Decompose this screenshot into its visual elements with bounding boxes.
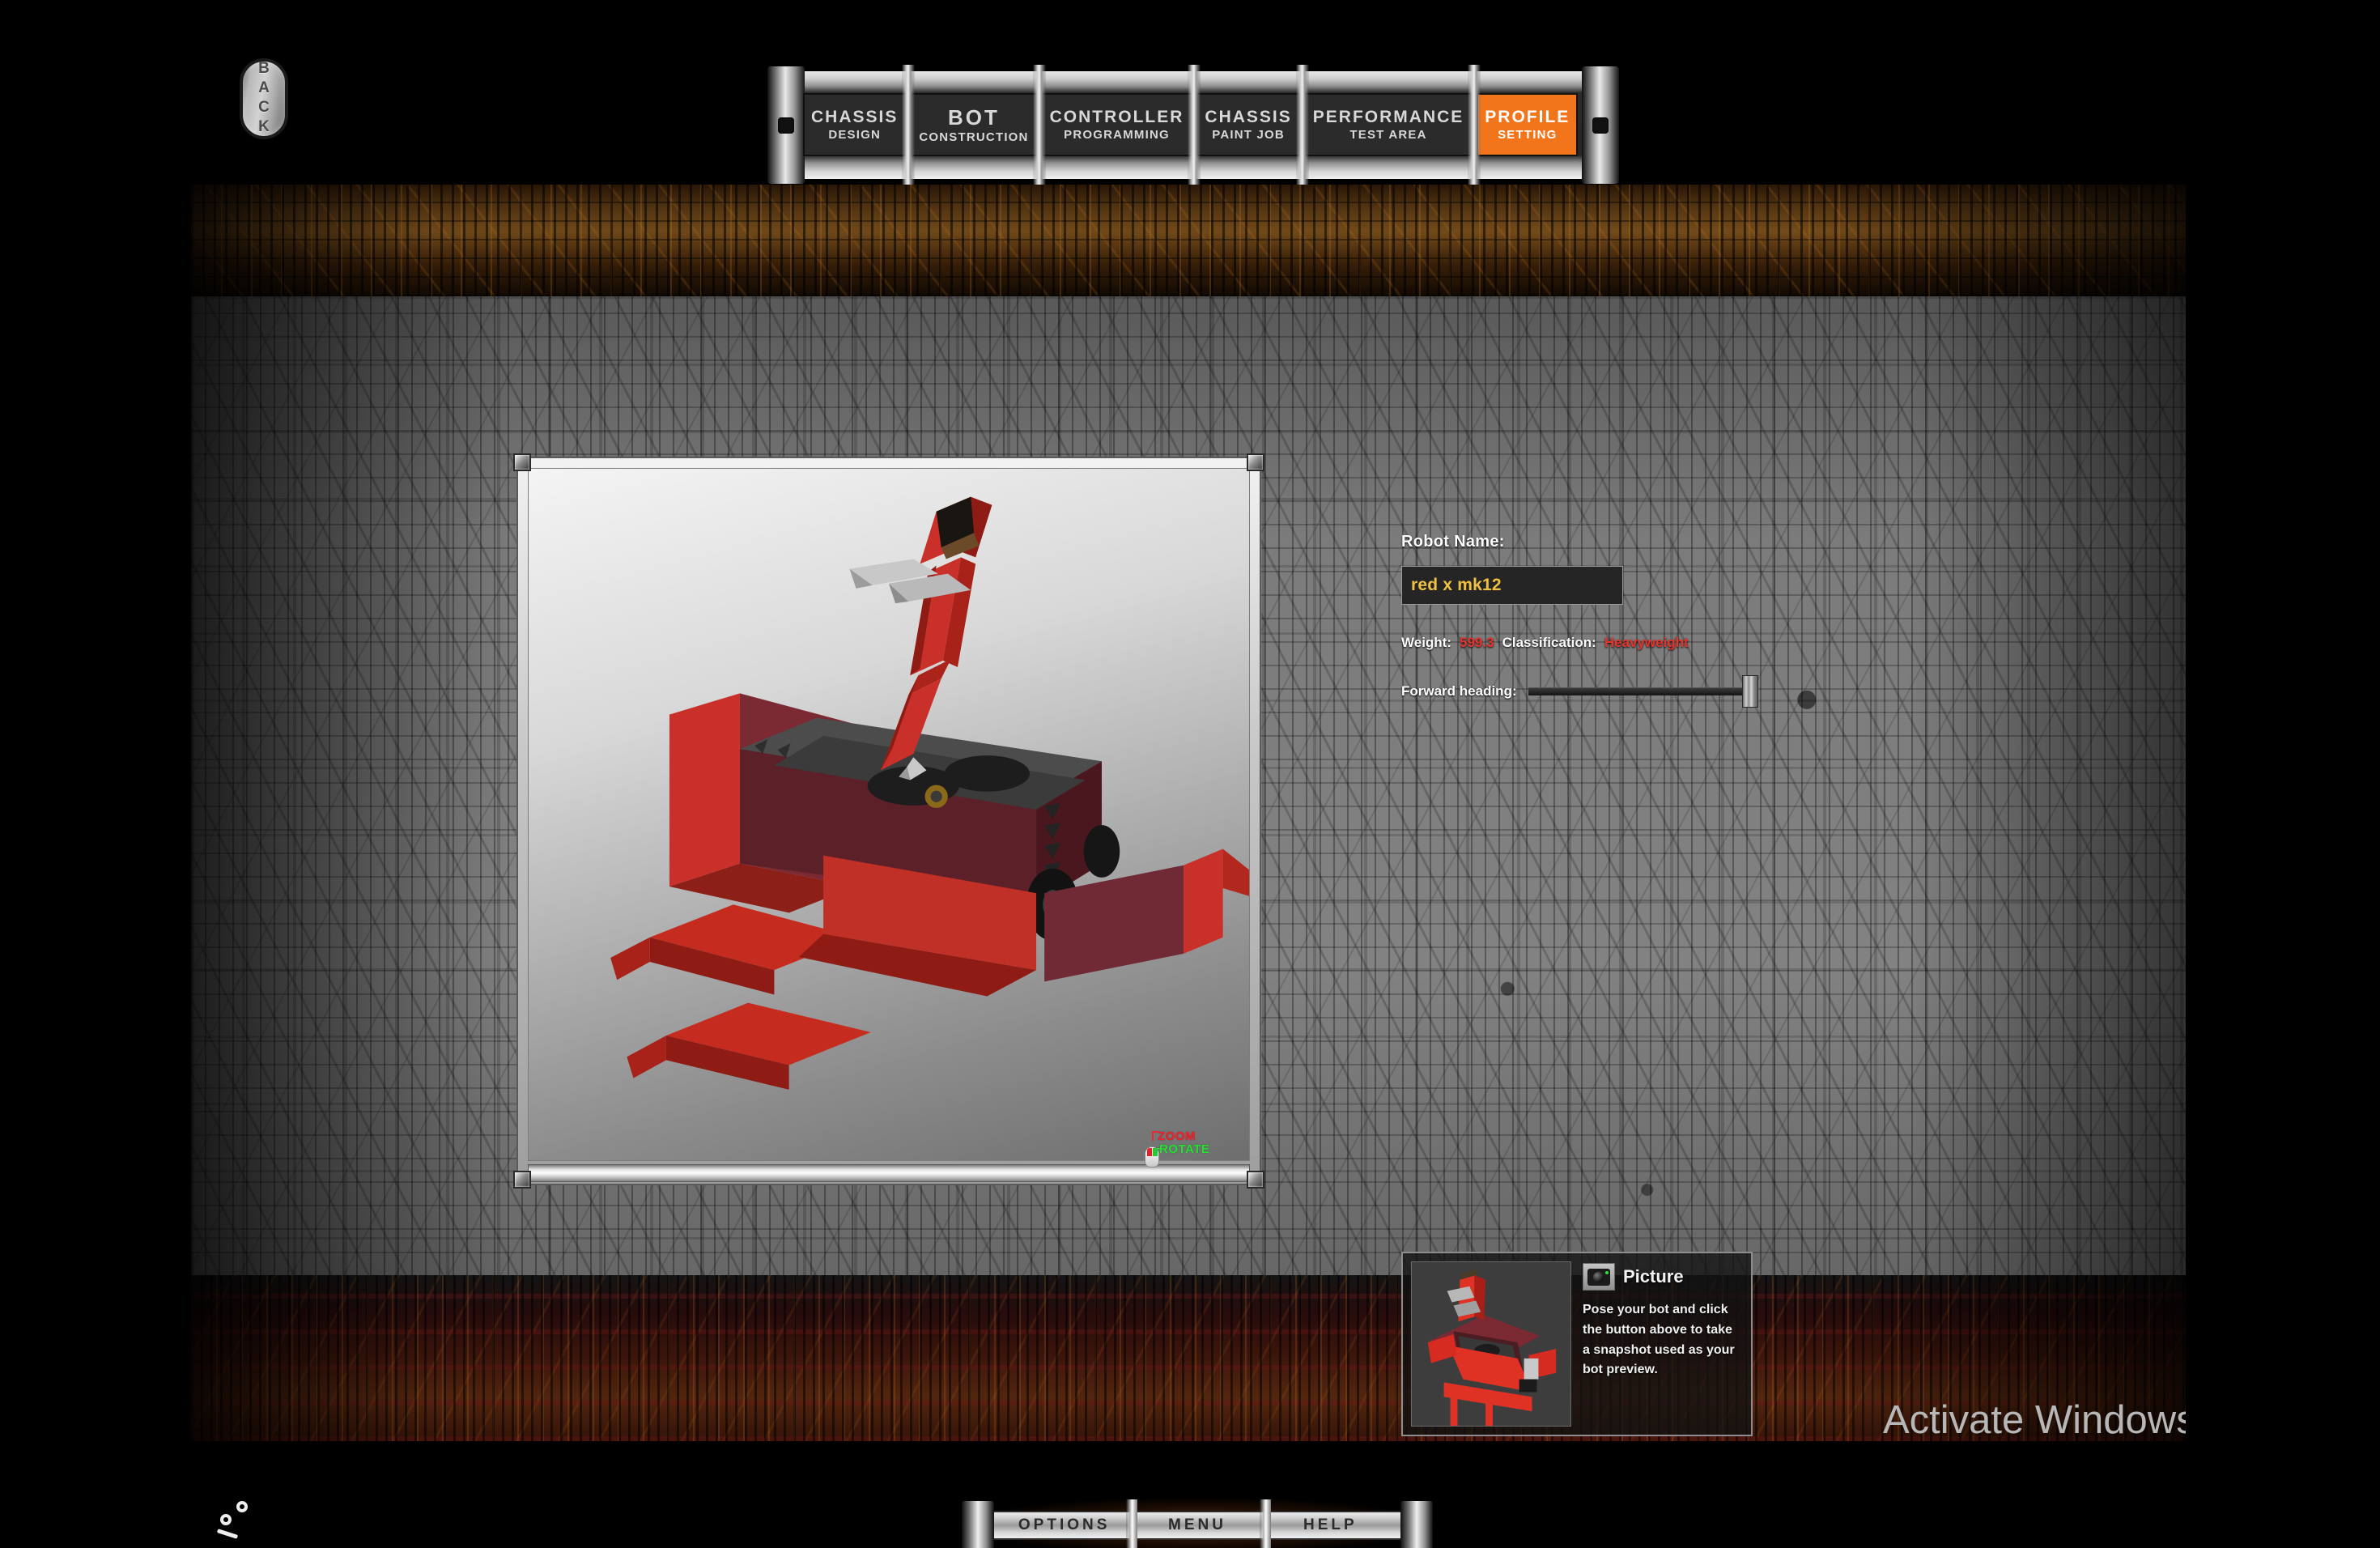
nav-tab-label-line2: PAINT JOB <box>1212 128 1285 142</box>
viewport-canvas[interactable] <box>528 468 1250 1161</box>
camera-body-icon <box>1587 1268 1610 1286</box>
robot-stats-row: Weight: 599.3 Classification: Heavyweigh… <box>1401 635 2017 651</box>
nav-tab-label-line2: PROGRAMMING <box>1064 128 1170 142</box>
main-navigation-bar: CHASSIS DESIGN BOT CONSTRUCTION CONTROLLER PR… <box>767 65 1619 186</box>
toolbar-button-options[interactable]: OPTIONS <box>999 1511 1133 1540</box>
picture-panel-title: Picture <box>1623 1266 1684 1286</box>
robot-name-input[interactable]: red x mk12 <box>1401 566 1623 605</box>
back-button-label: BACK <box>255 60 273 138</box>
nav-tab-chassis[interactable]: CHASSIS PAINT JOB <box>1196 93 1300 156</box>
nav-tab-chassis[interactable]: CHASSIS DESIGN <box>803 93 907 156</box>
forward-heading-slider[interactable] <box>1528 675 1758 708</box>
nav-tab-label-line1: CHASSIS <box>811 108 899 126</box>
nav-tab-performance[interactable]: PERFORMANCE TEST AREA <box>1304 93 1473 156</box>
picture-panel: Picture Pose your bot and click the butt… <box>1401 1252 1753 1436</box>
top-copper-band <box>191 185 2186 296</box>
nav-tab-list: CHASSIS DESIGN BOT CONSTRUCTION CONTROLLER PR… <box>803 93 1583 156</box>
nav-endcap-left-icon <box>767 66 805 184</box>
toolbar-button-help[interactable]: HELP <box>1265 1511 1396 1540</box>
toolbar-endcap-right-icon <box>1400 1501 1433 1548</box>
content-area: ZOOM ROTATE Robot Name: red x mk12 Weigh… <box>191 185 2186 1441</box>
forward-heading-row: Forward heading: <box>1401 675 2017 708</box>
toolbar-bolt-icon <box>1126 1499 1137 1548</box>
toolbar-item-list: OPTIONS MENU HELP <box>999 1511 1396 1540</box>
nav-tab-profile[interactable]: PROFILE SETTING <box>1477 93 1579 156</box>
nav-tab-label-line2: TEST AREA <box>1349 128 1427 142</box>
picture-panel-header: Picture <box>1583 1263 1743 1291</box>
classification-label: Classification: <box>1502 635 1596 650</box>
viewport-corner-bracket-icon <box>513 1171 531 1189</box>
picture-panel-text: Picture Pose your bot and click the butt… <box>1583 1261 1743 1427</box>
mouse-icon <box>1145 1146 1159 1167</box>
toolbar-endcap-left-icon <box>962 1501 994 1548</box>
nav-tab-bot[interactable]: BOT CONSTRUCTION <box>911 93 1037 156</box>
camera-icon[interactable] <box>1583 1263 1615 1291</box>
forward-heading-slider-knob[interactable] <box>1741 675 1758 708</box>
corner-decoration-icon <box>215 1496 272 1542</box>
nav-tab-label-line1: PROFILE <box>1485 108 1570 126</box>
mouse-right-button-icon <box>1153 1148 1158 1156</box>
viewport-corner-bracket-icon <box>1247 453 1264 471</box>
nav-tab-controller[interactable]: CONTROLLER PROGRAMMING <box>1041 93 1192 156</box>
corner-ring-icon <box>236 1501 248 1512</box>
bot-preview-image <box>1412 1262 1570 1426</box>
app-window: BACK CHASSIS DESIGN BOT CONSTRUCTION CONTROL… <box>0 0 2380 1548</box>
forward-heading-label: Forward heading: <box>1401 683 1517 699</box>
activate-windows-watermark: Activate Windows Go to Settings to activ… <box>1883 1397 2186 1441</box>
zoom-hint-label: ZOOM <box>1152 1129 1196 1143</box>
bottom-toolbar: OPTIONS MENU HELP <box>958 1498 1436 1548</box>
nav-endcap-right-icon <box>1582 66 1619 184</box>
back-button[interactable]: BACK <box>240 58 288 139</box>
weight-label: Weight: <box>1401 635 1452 650</box>
nav-tab-label-line2: SETTING <box>1498 128 1558 142</box>
toolbar-button-menu[interactable]: MENU <box>1132 1511 1265 1540</box>
robot-name-value: red x mk12 <box>1411 576 1502 594</box>
robot-model <box>610 496 1249 1090</box>
nav-tab-label-line1: CHASSIS <box>1205 108 1292 126</box>
nav-tab-label-line1: CONTROLLER <box>1049 108 1184 126</box>
weight-value: 599.3 <box>1460 635 1494 650</box>
nav-tab-label-line2: DESIGN <box>828 128 882 142</box>
watermark-title: Activate Windows <box>1883 1398 2186 1441</box>
nav-tab-label-line1: BOT <box>948 104 1000 130</box>
robot-3d-viewport[interactable]: ZOOM ROTATE <box>513 453 1264 1189</box>
viewport-corner-bracket-icon <box>513 453 531 471</box>
viewport-corner-bracket-icon <box>1247 1171 1264 1189</box>
classification-value: Heavyweight <box>1604 635 1689 650</box>
nav-tab-label-line2: CONSTRUCTION <box>919 130 1029 144</box>
bot-preview-thumbnail[interactable] <box>1411 1261 1571 1427</box>
picture-panel-description: Pose your bot and click the button above… <box>1583 1303 1735 1377</box>
corner-dash-icon <box>216 1529 239 1539</box>
nav-tab-label-line1: PERFORMANCE <box>1312 108 1464 126</box>
robot-profile-form: Robot Name: red x mk12 Weight: 599.3 Cla… <box>1401 533 2017 708</box>
mouse-controls-hint: ZOOM ROTATE <box>1141 1119 1239 1167</box>
robot-name-label: Robot Name: <box>1401 533 1505 551</box>
mouse-left-button-icon <box>1147 1148 1152 1156</box>
toolbar-bolt-icon <box>1260 1499 1271 1548</box>
rotate-hint-label: ROTATE <box>1150 1142 1209 1156</box>
corner-ring-icon <box>220 1514 232 1525</box>
